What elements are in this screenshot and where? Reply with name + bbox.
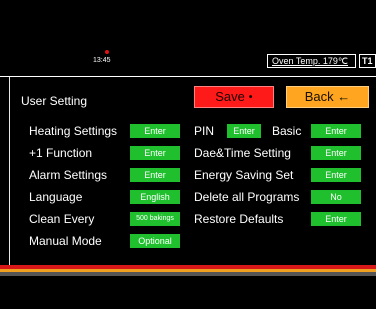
- tray-badge: T1: [359, 54, 376, 68]
- delete-all-programs-label: Delete all Programs: [194, 190, 300, 204]
- record-dot-icon: ●: [248, 93, 253, 101]
- bottom-stripe-grey: [0, 272, 376, 276]
- restore-defaults-button[interactable]: Enter: [311, 212, 361, 226]
- pin-button[interactable]: Enter: [227, 124, 261, 138]
- clean-every-label: Clean Every: [29, 212, 95, 226]
- basic-label: Basic: [272, 124, 302, 138]
- clean-every-button[interactable]: 500 bakings: [130, 212, 180, 226]
- pin-label: PIN: [194, 124, 215, 138]
- save-button[interactable]: Save ●: [194, 86, 274, 108]
- alarm-indicator-icon: [105, 50, 109, 54]
- save-label: Save: [215, 89, 245, 104]
- basic-button[interactable]: Enter: [311, 124, 361, 138]
- heating-settings-label: Heating Settings: [29, 124, 118, 138]
- alarm-settings-label: Alarm Settings: [29, 168, 108, 182]
- date-time-setting-button[interactable]: Enter: [311, 146, 361, 160]
- language-label: Language: [29, 190, 83, 204]
- plus-one-function-label: +1 Function: [29, 146, 93, 160]
- date-time-setting-label: Dae&Time Setting: [194, 146, 291, 160]
- restore-defaults-label: Restore Defaults: [194, 212, 284, 226]
- language-button[interactable]: English: [130, 190, 180, 204]
- clock: 13:45: [93, 57, 111, 64]
- oven-temperature: Oven Temp. 179℃: [267, 54, 356, 68]
- arrow-left-icon: ←: [337, 89, 351, 104]
- energy-saving-label: Energy Saving Set: [194, 168, 294, 182]
- energy-saving-button[interactable]: Enter: [311, 168, 361, 182]
- plus-one-function-button[interactable]: Enter: [130, 146, 180, 160]
- alarm-settings-button[interactable]: Enter: [130, 168, 180, 182]
- delete-all-programs-button[interactable]: No: [311, 190, 361, 204]
- manual-mode-button[interactable]: Optional: [130, 234, 180, 248]
- page-title: User Setting: [21, 94, 88, 108]
- back-label: Back: [304, 89, 334, 104]
- status-bar: 13:45 Oven Temp. 179℃ T1: [0, 0, 376, 75]
- back-button[interactable]: Back ←: [286, 86, 369, 108]
- manual-mode-label: Manual Mode: [29, 234, 102, 248]
- heating-settings-button[interactable]: Enter: [130, 124, 180, 138]
